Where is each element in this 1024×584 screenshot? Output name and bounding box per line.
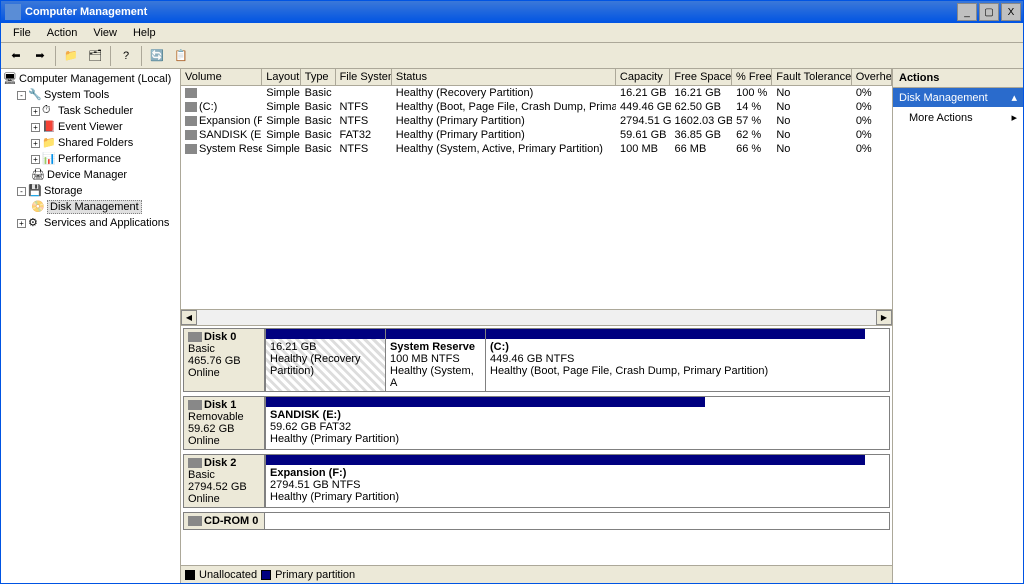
unallocated-swatch xyxy=(185,570,195,580)
volume-row[interactable]: SimpleBasicHealthy (Recovery Partition)1… xyxy=(181,86,892,100)
disk-row: Disk 1Removable59.62 GBOnlineSANDISK (E:… xyxy=(183,396,890,450)
disk-info[interactable]: Disk 1Removable59.62 GBOnline xyxy=(183,396,265,450)
col-capacity[interactable]: Capacity xyxy=(616,69,671,85)
up-button[interactable]: 📁 xyxy=(60,45,82,67)
refresh-button[interactable]: 🔄 xyxy=(146,45,168,67)
actions-header: Actions xyxy=(893,69,1023,88)
volume-icon xyxy=(185,130,197,140)
menu-view[interactable]: View xyxy=(85,25,125,41)
tree-performance[interactable]: +📊Performance xyxy=(3,151,178,167)
volume-list: Volume Layout Type File System Status Ca… xyxy=(181,69,892,309)
volume-row[interactable]: (C:)SimpleBasicNTFSHealthy (Boot, Page F… xyxy=(181,100,892,114)
tree-services[interactable]: +⚙Services and Applications xyxy=(3,215,178,231)
volume-icon xyxy=(185,88,197,98)
tree-system-tools[interactable]: -🔧System Tools xyxy=(3,87,178,103)
collapse-icon: ▴ xyxy=(1011,91,1017,104)
partition[interactable]: Expansion (F:)2794.51 GB NTFSHealthy (Pr… xyxy=(265,455,865,507)
window-title: Computer Management xyxy=(25,6,955,18)
disk-info[interactable]: CD-ROM 0 xyxy=(183,512,265,530)
disk-row: CD-ROM 0 xyxy=(183,512,890,530)
disk-icon xyxy=(188,400,202,410)
tree-device-manager[interactable]: 🖨Device Manager xyxy=(3,167,178,183)
back-button[interactable]: ⬅ xyxy=(5,45,27,67)
minimize-button[interactable]: _ xyxy=(957,3,977,21)
primary-swatch xyxy=(261,570,271,580)
col-pctfree[interactable]: % Free xyxy=(732,69,772,85)
disk-map-panel: Disk 0Basic465.76 GBOnline16.21 GBHealth… xyxy=(181,325,892,565)
tree-task-scheduler[interactable]: +⏱Task Scheduler xyxy=(3,103,178,119)
menu-help[interactable]: Help xyxy=(125,25,164,41)
list-button[interactable]: 📋 xyxy=(170,45,192,67)
legend: Unallocated Primary partition xyxy=(181,565,892,583)
volume-row[interactable]: System ReservedSimpleBasicNTFSHealthy (S… xyxy=(181,142,892,156)
col-fault[interactable]: Fault Tolerance xyxy=(772,69,851,85)
toolbar: ⬅ ➡ 📁 🗂 ? 🔄 📋 xyxy=(1,43,1023,69)
menu-action[interactable]: Action xyxy=(39,25,86,41)
help-button[interactable]: ? xyxy=(115,45,137,67)
col-type[interactable]: Type xyxy=(301,69,336,85)
partition[interactable]: SANDISK (E:)59.62 GB FAT32Healthy (Prima… xyxy=(265,397,705,449)
titlebar: Computer Management _ ▢ X xyxy=(1,1,1023,23)
menubar: File Action View Help xyxy=(1,23,1023,43)
volume-icon xyxy=(185,116,197,126)
col-volume[interactable]: Volume xyxy=(181,69,262,85)
scroll-right-icon[interactable]: ▶ xyxy=(876,310,892,325)
col-status[interactable]: Status xyxy=(392,69,616,85)
partition[interactable]: (C:)449.46 GB NTFSHealthy (Boot, Page Fi… xyxy=(485,329,865,391)
tree-root[interactable]: 🖥Computer Management (Local) xyxy=(3,71,178,87)
disk-row: Disk 2Basic2794.52 GBOnlineExpansion (F:… xyxy=(183,454,890,508)
tree-storage[interactable]: -💾Storage xyxy=(3,183,178,199)
col-overhead[interactable]: Overhe xyxy=(852,69,892,85)
disk-info[interactable]: Disk 0Basic465.76 GBOnline xyxy=(183,328,265,392)
menu-file[interactable]: File xyxy=(5,25,39,41)
tree-event-viewer[interactable]: +📕Event Viewer xyxy=(3,119,178,135)
actions-section[interactable]: Disk Management▴ xyxy=(893,88,1023,107)
legend-unallocated: Unallocated xyxy=(199,569,257,581)
maximize-button[interactable]: ▢ xyxy=(979,3,999,21)
disk-icon xyxy=(188,332,202,342)
col-layout[interactable]: Layout xyxy=(262,69,300,85)
cdrom-icon xyxy=(188,516,202,526)
legend-primary: Primary partition xyxy=(275,569,355,581)
disk-info[interactable]: Disk 2Basic2794.52 GBOnline xyxy=(183,454,265,508)
tree-disk-management[interactable]: 📀Disk Management xyxy=(3,199,178,215)
volume-icon xyxy=(185,144,197,154)
partition[interactable]: 16.21 GBHealthy (Recovery Partition) xyxy=(265,329,385,391)
forward-button[interactable]: ➡ xyxy=(29,45,51,67)
chevron-right-icon: ▸ xyxy=(1011,111,1017,124)
disk-row: Disk 0Basic465.76 GBOnline16.21 GBHealth… xyxy=(183,328,890,392)
volume-header: Volume Layout Type File System Status Ca… xyxy=(181,69,892,86)
actions-pane: Actions Disk Management▴ More Actions▸ xyxy=(893,69,1023,583)
partition[interactable]: System Reserve100 MB NTFSHealthy (System… xyxy=(385,329,485,391)
disk-icon xyxy=(188,458,202,468)
actions-more[interactable]: More Actions▸ xyxy=(893,107,1023,128)
scroll-left-icon[interactable]: ◀ xyxy=(181,310,197,325)
tree-shared-folders[interactable]: +📁Shared Folders xyxy=(3,135,178,151)
col-fs[interactable]: File System xyxy=(336,69,392,85)
col-freespace[interactable]: Free Space xyxy=(670,69,732,85)
volume-icon xyxy=(185,102,197,112)
horizontal-scrollbar[interactable]: ◀ ▶ xyxy=(181,309,892,325)
volume-row[interactable]: SANDISK (E:)SimpleBasicFAT32Healthy (Pri… xyxy=(181,128,892,142)
volume-row[interactable]: Expansion (F:)SimpleBasicNTFSHealthy (Pr… xyxy=(181,114,892,128)
close-button[interactable]: X xyxy=(1001,3,1021,21)
navigation-tree: 🖥Computer Management (Local) -🔧System To… xyxy=(1,69,181,583)
properties-button[interactable]: 🗂 xyxy=(84,45,106,67)
app-icon xyxy=(5,4,21,20)
